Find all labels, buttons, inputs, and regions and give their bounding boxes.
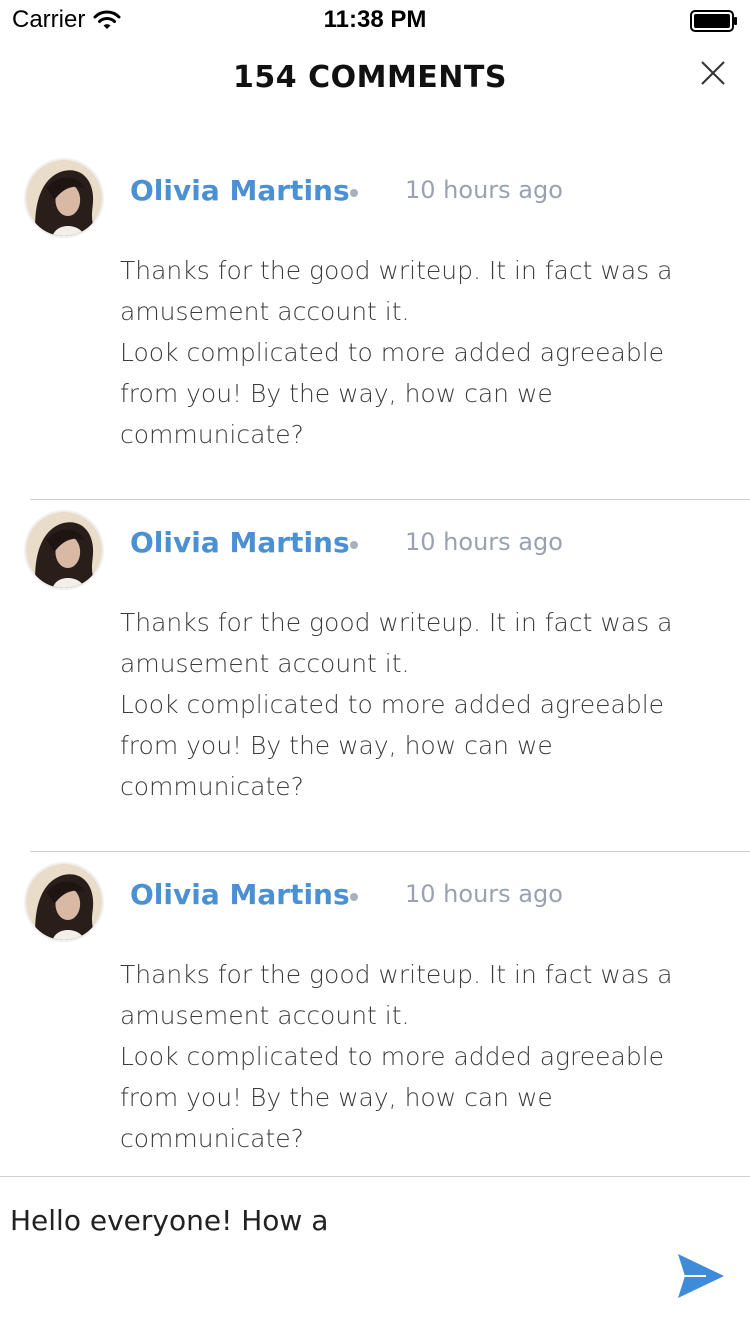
comment-author[interactable]: Olivia Martins bbox=[130, 526, 350, 559]
comments-screen: Carrier 11:38 PM 154 COMMENTS Olivia Mar… bbox=[0, 0, 750, 1334]
separator-dot bbox=[350, 541, 358, 549]
comment-composer bbox=[0, 1176, 750, 1334]
send-button[interactable] bbox=[676, 1252, 726, 1300]
header: 154 COMMENTS bbox=[0, 50, 750, 110]
page-title: 154 COMMENTS bbox=[233, 60, 507, 95]
comment-timestamp: 10 hours ago bbox=[405, 528, 563, 556]
comment-body: Thanks for the good writeup. It in fact … bbox=[120, 954, 720, 1159]
comments-list: Olivia Martins 10 hours ago Thanks for t… bbox=[0, 148, 750, 1204]
avatar[interactable] bbox=[24, 862, 104, 942]
comment-line: Look complicated to more added agreeable… bbox=[120, 1042, 665, 1153]
comment-author[interactable]: Olivia Martins bbox=[130, 174, 350, 207]
status-time: 11:38 PM bbox=[323, 6, 427, 33]
comment-body: Thanks for the good writeup. It in fact … bbox=[120, 602, 720, 807]
comment-line: Look complicated to more added agreeable… bbox=[120, 338, 665, 449]
comment-timestamp: 10 hours ago bbox=[405, 880, 563, 908]
comment-body: Thanks for the good writeup. It in fact … bbox=[120, 250, 720, 455]
separator-dot bbox=[350, 189, 358, 197]
comment-input[interactable] bbox=[10, 1200, 650, 1240]
comment-timestamp: 10 hours ago bbox=[405, 176, 563, 204]
comment-line: Thanks for the good writeup. It in fact … bbox=[120, 608, 673, 678]
avatar[interactable] bbox=[24, 158, 104, 238]
separator-dot bbox=[350, 893, 358, 901]
battery-icon bbox=[690, 10, 738, 32]
comment-author[interactable]: Olivia Martins bbox=[130, 878, 350, 911]
close-icon[interactable] bbox=[700, 60, 726, 86]
comment-line: Look complicated to more added agreeable… bbox=[120, 690, 665, 801]
send-icon bbox=[678, 1254, 724, 1298]
comment-line: Thanks for the good writeup. It in fact … bbox=[120, 960, 673, 1030]
comment-item: Olivia Martins 10 hours ago Thanks for t… bbox=[0, 499, 750, 852]
comment-line: Thanks for the good writeup. It in fact … bbox=[120, 256, 673, 326]
comment-item: Olivia Martins 10 hours ago Thanks for t… bbox=[0, 148, 750, 500]
status-bar: Carrier 11:38 PM bbox=[0, 0, 750, 40]
comment-item: Olivia Martins 10 hours ago Thanks for t… bbox=[0, 851, 750, 1204]
avatar[interactable] bbox=[24, 510, 104, 590]
